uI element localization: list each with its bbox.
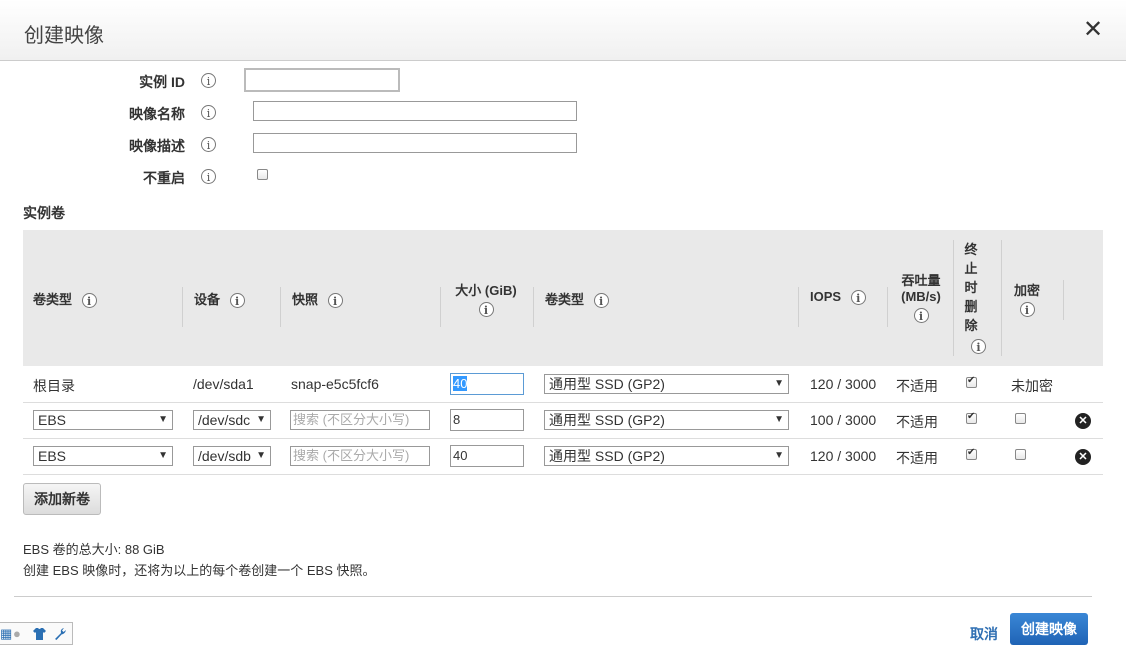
image-desc-label: 映像描述: [129, 138, 185, 154]
snapshot-note: 创建 EBS 映像时，还将为以上的每个卷创建一个 EBS 快照。: [23, 563, 376, 578]
col-size: 大小 (GiB) i: [455, 283, 517, 317]
taskbar: ▦ ●: [0, 622, 73, 645]
info-icon[interactable]: i: [913, 308, 929, 323]
chevron-down-icon: ▼: [158, 414, 168, 425]
remove-volume-icon[interactable]: ✕: [1075, 449, 1091, 465]
iops-value: 100 / 3000: [810, 412, 877, 428]
shirt-icon[interactable]: [32, 627, 47, 641]
chevron-down-icon: ▼: [158, 450, 168, 461]
col-volume-kind: 卷类型 i: [545, 289, 609, 309]
col-delete-on-term: 终 止 时 删 除 i: [961, 240, 986, 354]
dialog-header: 创建映像 ✕: [0, 0, 1126, 61]
info-icon[interactable]: i: [201, 105, 216, 120]
throughput-value: 不适用: [896, 414, 938, 430]
chevron-down-icon: ▼: [256, 414, 266, 425]
snapshot-search-input[interactable]: 搜索 (不区分大小写): [290, 410, 430, 430]
volume-type-select[interactable]: EBS ▼: [33, 410, 173, 430]
image-name-label: 映像名称: [129, 106, 185, 122]
info-icon[interactable]: i: [81, 293, 97, 309]
instance-id-label: 实例 ID: [139, 74, 185, 90]
snapshot-id: snap-e5c5fcf6: [291, 376, 379, 392]
info-icon[interactable]: i: [201, 169, 216, 184]
size-input[interactable]: 8: [450, 409, 524, 431]
grid-icon[interactable]: ▦: [0, 626, 12, 642]
table-row: EBS ▼ /dev/sdb ▼ 搜索 (不区分大小写) 40 通用型 SSD …: [23, 438, 1103, 475]
delete-on-term-checkbox[interactable]: [966, 447, 977, 460]
size-input[interactable]: 40: [450, 445, 524, 467]
col-encrypted: 加密 i: [1013, 283, 1040, 317]
dialog-title: 创建映像: [24, 25, 104, 47]
encrypted-checkbox[interactable]: [1015, 413, 1026, 424]
throughput-value: 不适用: [896, 378, 938, 394]
delete-on-term-checkbox[interactable]: [966, 375, 977, 388]
chevron-down-icon: ▼: [256, 450, 266, 461]
col-volume-type: 卷类型 i: [33, 289, 97, 309]
snapshot-search-input[interactable]: 搜索 (不区分大小写): [290, 446, 430, 466]
col-iops: IOPS i: [810, 289, 866, 306]
iops-value: 120 / 3000: [810, 448, 877, 464]
volume-kind-select[interactable]: 通用型 SSD (GP2) ▼: [544, 410, 789, 430]
image-name-input[interactable]: [253, 101, 577, 121]
info-icon[interactable]: i: [229, 293, 245, 309]
no-reboot-label: 不重启: [143, 170, 185, 186]
instance-id-value: [244, 68, 400, 92]
info-icon[interactable]: i: [1019, 302, 1035, 317]
wrench-icon[interactable]: [53, 627, 68, 641]
no-reboot-checkbox[interactable]: [257, 169, 268, 180]
table-row: EBS ▼ /dev/sdc ▼ 搜索 (不区分大小写) 8 通用型 SSD (…: [23, 402, 1103, 439]
encryption-status: 未加密: [1011, 378, 1053, 394]
instance-volumes-title: 实例卷: [23, 205, 65, 221]
volumes-table-header: 卷类型 i 设备 i 快照 i 大小 (GiB) i 卷类型 i IOPS i …: [23, 230, 1103, 366]
remove-volume-icon[interactable]: ✕: [1075, 413, 1091, 429]
user-icon[interactable]: ●: [13, 626, 21, 641]
volume-type: 根目录: [33, 378, 75, 394]
col-device: 设备 i: [194, 289, 245, 309]
col-snapshot: 快照 i: [292, 289, 343, 309]
info-icon[interactable]: i: [201, 73, 216, 88]
info-icon[interactable]: i: [327, 293, 343, 309]
total-size-text: EBS 卷的总大小: 88 GiB: [23, 542, 165, 557]
info-icon[interactable]: i: [478, 302, 494, 317]
info-icon[interactable]: i: [593, 293, 609, 309]
chevron-down-icon: ▼: [774, 378, 784, 389]
volume-type-select[interactable]: EBS ▼: [33, 446, 173, 466]
close-icon[interactable]: ✕: [1083, 16, 1103, 44]
throughput-value: 不适用: [896, 450, 938, 466]
delete-on-term-checkbox[interactable]: [966, 411, 977, 424]
create-image-button[interactable]: 创建映像: [1010, 613, 1088, 645]
chevron-down-icon: ▼: [774, 450, 784, 461]
footer-divider: [14, 596, 1092, 597]
device-select[interactable]: /dev/sdb ▼: [193, 446, 271, 466]
encrypted-checkbox[interactable]: [1015, 449, 1026, 460]
chevron-down-icon: ▼: [774, 414, 784, 425]
device: /dev/sda1: [193, 376, 254, 392]
volume-kind-select[interactable]: 通用型 SSD (GP2) ▼: [544, 446, 789, 466]
iops-value: 120 / 3000: [810, 376, 877, 392]
add-volume-button[interactable]: 添加新卷: [23, 483, 101, 515]
size-input[interactable]: 40: [450, 373, 524, 395]
info-icon[interactable]: i: [201, 137, 216, 152]
image-desc-input[interactable]: [253, 133, 577, 153]
table-row: 根目录 /dev/sda1 snap-e5c5fcf6 40 通用型 SSD (…: [23, 366, 1103, 403]
cancel-link[interactable]: 取消: [970, 624, 998, 644]
info-icon[interactable]: i: [850, 290, 866, 306]
col-throughput: 吞吐量 (MB/s) i: [901, 273, 941, 323]
device-select[interactable]: /dev/sdc ▼: [193, 410, 271, 430]
info-icon[interactable]: i: [971, 338, 986, 354]
volume-kind-select[interactable]: 通用型 SSD (GP2) ▼: [544, 374, 789, 394]
